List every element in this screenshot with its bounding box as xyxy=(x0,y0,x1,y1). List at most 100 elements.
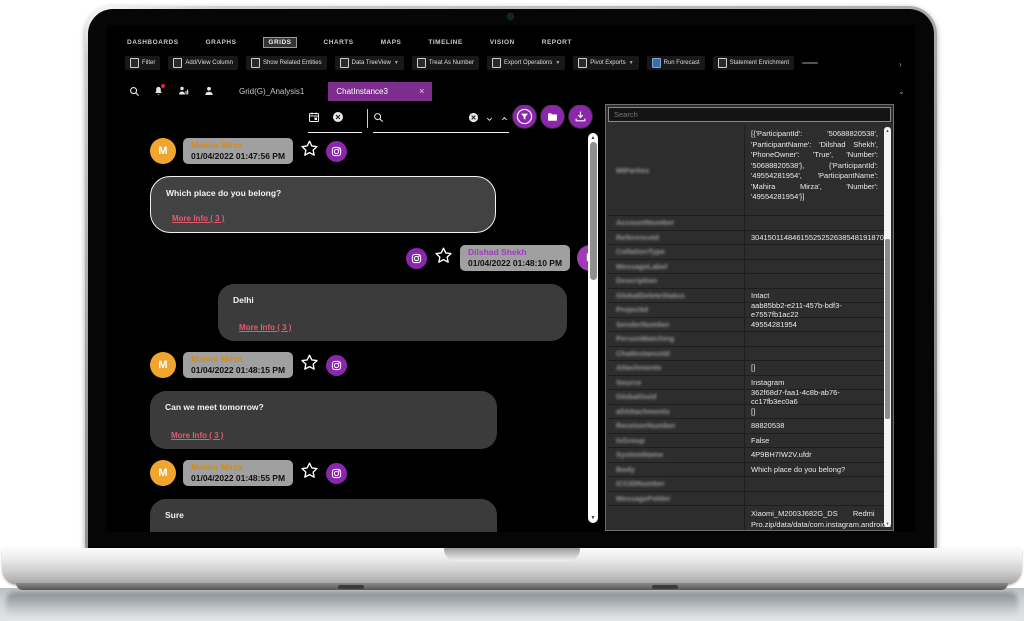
person-icon[interactable] xyxy=(203,85,215,97)
calendar-icon[interactable] xyxy=(308,110,320,128)
clear-search-icon[interactable] xyxy=(468,110,479,128)
sender-pill: Dilshad Shekh 01/04/2022 01:48:10 PM xyxy=(460,245,570,270)
property-value xyxy=(744,492,891,506)
menu-item-charts[interactable]: CHARTS xyxy=(324,39,354,46)
property-row[interactable]: CollationType xyxy=(608,245,891,260)
menu-item-dashboards[interactable]: DASHBOARDS xyxy=(127,39,179,46)
property-value xyxy=(744,274,891,288)
properties-scrollbar[interactable]: ▲ ▼ xyxy=(884,127,891,527)
property-value: [{'ParticipantId': '50688820538', 'Parti… xyxy=(744,126,891,215)
statement-enrichment-icon xyxy=(718,58,727,68)
download-button[interactable] xyxy=(569,105,592,128)
menu-item-vision[interactable]: VISION xyxy=(490,39,515,46)
scroll-down-icon[interactable]: ▼ xyxy=(884,521,891,526)
menu-item-maps[interactable]: MAPS xyxy=(381,39,402,46)
properties-panel: MIParties [{'ParticipantId': '5068882053… xyxy=(605,104,894,531)
menu-item-graphs[interactable]: GRAPHS xyxy=(206,39,237,46)
search-icon[interactable] xyxy=(129,86,140,97)
filter-chat-button[interactable] xyxy=(513,105,536,128)
menu-item-timeline[interactable]: TIMELINE xyxy=(428,39,462,46)
property-value: [] xyxy=(744,405,891,419)
property-label: ProjectId xyxy=(608,303,744,317)
more-info-link[interactable]: More Info ( 3 ) xyxy=(171,431,223,440)
property-row[interactable]: Description xyxy=(608,274,891,289)
chat-search-input[interactable] xyxy=(390,112,462,126)
menu-item-grids[interactable]: GRIDS xyxy=(263,37,296,48)
message-bubble[interactable]: Can we meet tomorrow? More Info ( 3 ) xyxy=(150,391,497,449)
property-row[interactable]: ReferenceId 3041501148461552525263854819… xyxy=(608,231,891,246)
laptop-reflection xyxy=(6,592,1018,618)
treat-as-number-button[interactable]: Treat As Number xyxy=(412,56,479,70)
property-row[interactable]: Body Which place do you belong? xyxy=(608,463,891,478)
message-bubble[interactable]: Sure xyxy=(150,499,497,532)
property-row[interactable]: PersonMatching xyxy=(608,332,891,347)
property-row[interactable]: allAttachments [] xyxy=(608,405,891,420)
laptop-foot xyxy=(652,585,678,589)
property-value: Xiaomi_M2003J682G_DS Redmi Note 9 Pro.zi… xyxy=(744,506,891,530)
clear-date-icon[interactable] xyxy=(332,110,344,128)
ribbon-overflow-handle[interactable] xyxy=(802,62,818,64)
property-row[interactable]: ProjectId aab85bb2-e211-457b-bdf3-e7557f… xyxy=(608,303,891,318)
scroll-down-icon[interactable]: ▼ xyxy=(588,515,598,521)
property-label: CollationType xyxy=(608,245,744,259)
property-row[interactable]: MessageFolder xyxy=(608,492,891,507)
close-icon[interactable]: × xyxy=(419,86,424,96)
more-info-link[interactable]: More Info ( 3 ) xyxy=(172,214,224,223)
property-row[interactable]: SenderNumber 49554281954 xyxy=(608,318,891,333)
person-analytics-icon[interactable] xyxy=(177,85,190,97)
star-favorite-icon[interactable] xyxy=(300,461,319,485)
message-timestamp: 01/04/2022 01:48:10 PM xyxy=(468,258,562,269)
properties-scrollbar-thumb[interactable] xyxy=(885,239,890,419)
scroll-up-icon[interactable]: ▲ xyxy=(588,135,598,141)
instagram-icon xyxy=(326,463,347,484)
tab-grid-analysis1[interactable]: Grid(G)_Analysis1 xyxy=(229,82,314,101)
property-row[interactable]: AccountNumber xyxy=(608,216,891,231)
message-body: Sure xyxy=(165,510,184,520)
property-row[interactable]: Attachments [] xyxy=(608,361,891,376)
property-row[interactable]: ChatInstanceId xyxy=(608,347,891,362)
property-label: GlobalDeleteStatus xyxy=(608,289,744,303)
statement-enrichment-button[interactable]: Statement Enrichment xyxy=(713,56,794,70)
data-treeview-button[interactable]: Data TreeView ▼ xyxy=(335,56,404,70)
star-favorite-icon[interactable] xyxy=(300,139,319,163)
property-row[interactable]: MessageLabel xyxy=(608,260,891,275)
notifications-bell-icon[interactable] xyxy=(153,85,164,97)
star-favorite-icon[interactable] xyxy=(434,246,453,270)
property-row[interactable]: MIParties [{'ParticipantId': '5068882053… xyxy=(608,126,891,216)
tab-chatinstance3[interactable]: ChatInstance3 × xyxy=(328,82,432,101)
filter-button[interactable]: Filter xyxy=(125,56,160,70)
property-row[interactable]: ReceiverNumber 88820538 xyxy=(608,419,891,434)
pivot-exports-button[interactable]: Pivot Exports ▼ xyxy=(573,56,638,70)
property-label: MessageFolder xyxy=(608,492,744,506)
chevron-down-icon[interactable] xyxy=(485,110,494,128)
run-forecast-button[interactable]: Run Forecast xyxy=(647,56,705,70)
show-related-entities-button[interactable]: Show Related Entities xyxy=(246,56,327,70)
property-row[interactable]: IsGroup False xyxy=(608,434,891,449)
chevron-up-icon[interactable] xyxy=(500,110,509,128)
export-operations-button[interactable]: Export Operations ▼ xyxy=(487,56,565,70)
menu-item-report[interactable]: REPORT xyxy=(542,39,572,46)
chat-scrollbar-thumb[interactable] xyxy=(590,142,597,280)
ribbon-scroll-right-icon[interactable]: › xyxy=(899,60,902,69)
open-folder-button[interactable] xyxy=(541,105,564,128)
properties-search-input[interactable] xyxy=(609,110,890,119)
search-icon[interactable] xyxy=(373,110,384,128)
property-row[interactable]: SystemName 4P9BH7IW2V.ufdr xyxy=(608,448,891,463)
chat-scrollbar[interactable]: ▲ ▼ xyxy=(588,133,598,523)
property-row[interactable]: GlobalGuid 362f68d7-faa1-4c8b-ab76-cc17f… xyxy=(608,390,891,405)
property-label: ICCIDNumber xyxy=(608,477,744,491)
instagram-icon xyxy=(406,248,427,269)
add-view-column-button[interactable]: Add/View Column xyxy=(168,56,238,70)
property-row[interactable]: ICCIDNumber xyxy=(608,477,891,492)
ribbon-toolbar: Filter Add/View Column Show Related Enti… xyxy=(125,56,818,70)
sender-name: Mahira Mirza xyxy=(191,462,285,473)
property-row[interactable]: Xiaomi_M2003J682G_DS Redmi Note 9 Pro.zi… xyxy=(608,506,891,530)
message-bubble[interactable]: Which place do you belong? More Info ( 3… xyxy=(150,176,496,233)
dropdown-caret-icon: ▼ xyxy=(555,61,560,66)
message-bubble[interactable]: Delhi More Info ( 3 ) xyxy=(218,284,567,341)
property-label: ReferenceId xyxy=(608,231,744,245)
property-value: 362f68d7-faa1-4c8b-ab76-cc17fb3ec0a6 xyxy=(744,390,891,404)
scroll-up-icon[interactable]: ▲ xyxy=(884,128,891,133)
more-info-link[interactable]: More Info ( 3 ) xyxy=(239,323,291,332)
star-favorite-icon[interactable] xyxy=(300,353,319,377)
